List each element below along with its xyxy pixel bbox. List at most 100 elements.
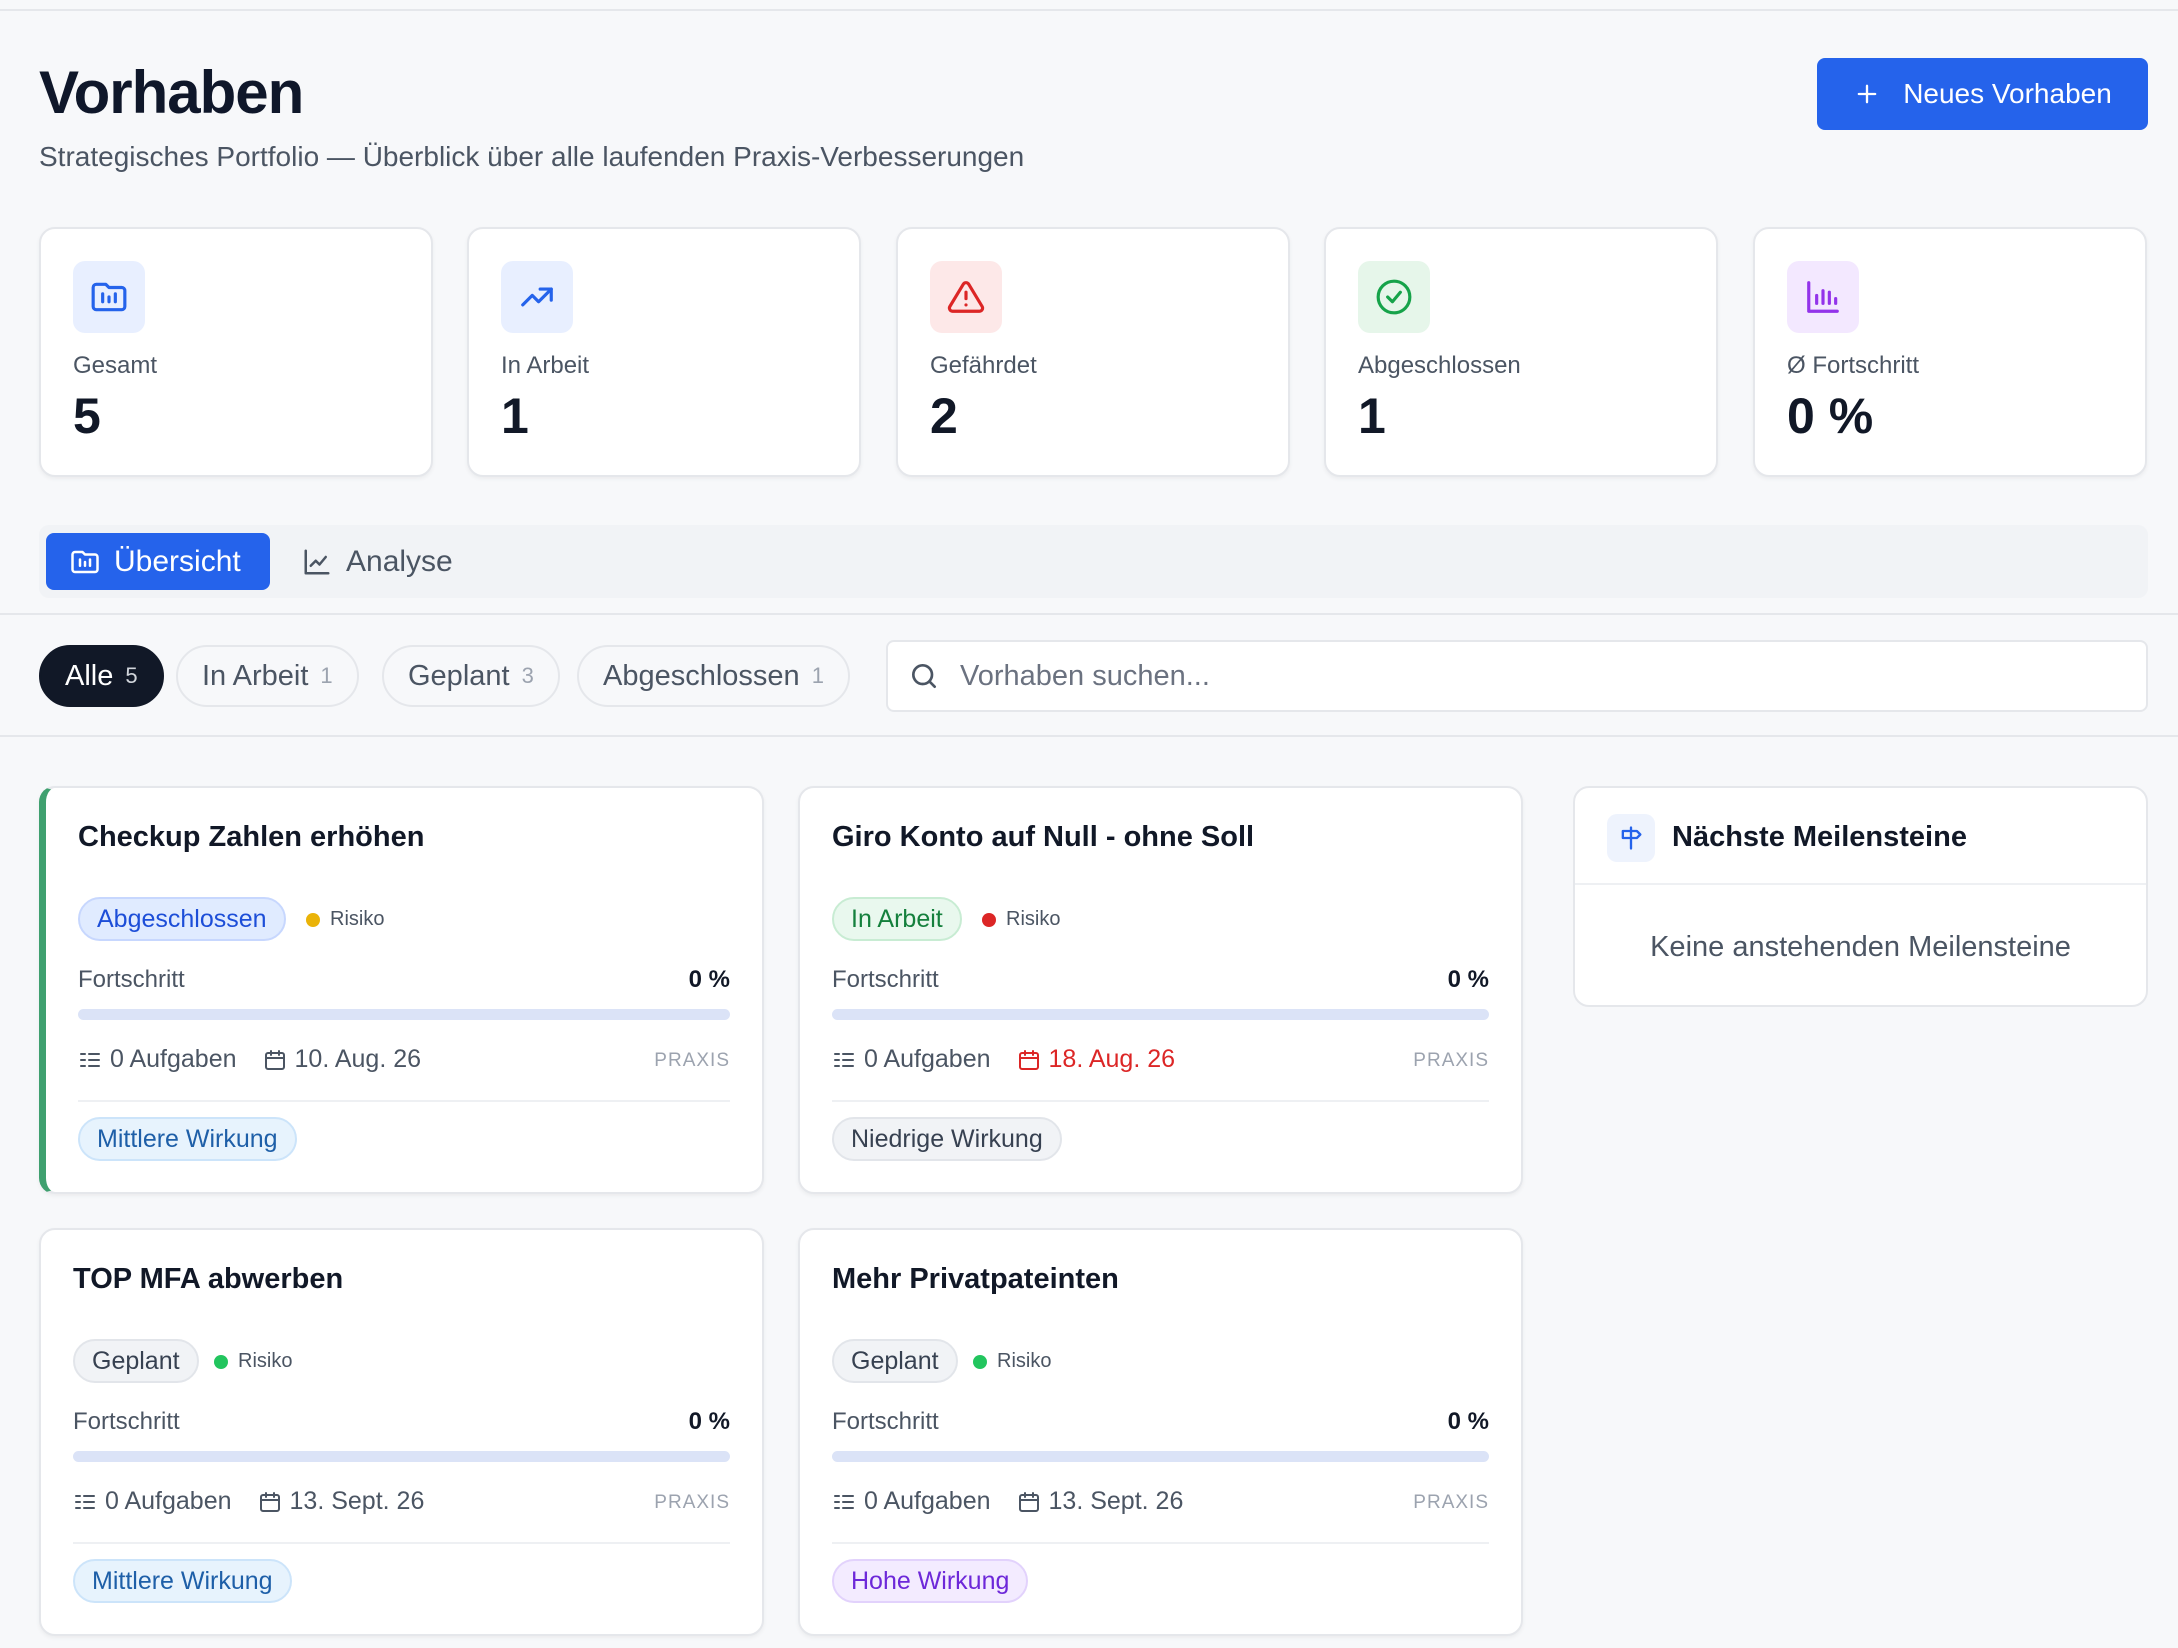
progress-value: 0 % <box>688 966 730 993</box>
progress-value: 0 % <box>1447 966 1489 993</box>
filter-count: 1 <box>320 663 333 688</box>
calendar-icon <box>1018 1049 1039 1070</box>
check-circle-icon <box>1358 261 1430 333</box>
calendar-icon <box>264 1049 285 1070</box>
milestones-panel: Nächste Meilensteine Keine anstehenden M… <box>1573 786 2148 1007</box>
stat-card-done: Abgeschlossen 1 <box>1324 227 1718 477</box>
progress-value: 0 % <box>1447 1408 1489 1435</box>
line-chart-icon <box>304 549 330 574</box>
filter-label: In Arbeit <box>202 659 309 692</box>
risk-label: Risiko <box>330 908 385 930</box>
task-list-icon <box>75 1494 95 1509</box>
card-divider <box>78 1100 730 1102</box>
page-title: Vorhaben <box>39 59 304 126</box>
task-list-icon <box>834 1494 854 1509</box>
filter-count: 5 <box>125 663 138 688</box>
milestones-header: Nächste Meilensteine <box>1575 788 2146 885</box>
due-date: 13. Sept. 26 <box>258 1487 425 1516</box>
progress-value: 0 % <box>688 1408 730 1435</box>
folder-chart-icon <box>73 261 145 333</box>
progress-bar <box>73 1451 730 1462</box>
risk-dot <box>982 912 996 927</box>
stat-card-at-risk: Gefährdet 2 <box>896 227 1290 477</box>
stat-value: 1 <box>1358 388 1386 444</box>
impact-badge: Hohe Wirkung <box>832 1559 1029 1603</box>
due-date: 13. Sept. 26 <box>1017 1487 1184 1516</box>
status-badge: Abgeschlossen <box>78 897 286 941</box>
impact-badge: Mittlere Wirkung <box>78 1117 297 1161</box>
progress-bar <box>832 1451 1489 1462</box>
due-date-text: 10. Aug. 26 <box>294 1045 422 1073</box>
project-title: Giro Konto auf Null - ohne Soll <box>832 821 1255 853</box>
tab-overview[interactable]: Übersicht <box>46 533 270 590</box>
progress-bar <box>78 1009 730 1020</box>
stat-card-avg-progress: Ø Fortschritt 0 % <box>1753 227 2147 477</box>
project-card[interactable]: Mehr Privatpateinten Geplant Risiko Fort… <box>798 1228 1523 1636</box>
search-input[interactable] <box>960 659 2060 693</box>
task-list-icon <box>80 1052 100 1067</box>
impact-badge: Mittlere Wirkung <box>73 1559 292 1603</box>
filter-count: 3 <box>521 663 534 688</box>
status-badge: Geplant <box>73 1339 199 1383</box>
due-date: 10. Aug. 26 <box>263 1045 422 1074</box>
card-divider <box>73 1542 730 1544</box>
stat-label: Ø Fortschritt <box>1787 352 1920 379</box>
risk-indicator: Risiko <box>982 908 1060 931</box>
folder-chart-icon <box>71 550 99 573</box>
risk-label: Risiko <box>997 1350 1052 1372</box>
risk-dot <box>214 1354 228 1369</box>
filter-planned[interactable]: Geplant 3 <box>382 645 560 707</box>
risk-indicator: Risiko <box>306 908 384 931</box>
milestones-title: Nächste Meilensteine <box>1672 821 1967 853</box>
stat-label: Gefährdet <box>930 352 1037 379</box>
progress-label: Fortschritt <box>73 1408 180 1435</box>
task-count: 0 Aufgaben <box>105 1487 232 1515</box>
risk-label: Risiko <box>1006 908 1061 930</box>
filter-in-progress[interactable]: In Arbeit 1 <box>176 645 359 707</box>
section-divider <box>0 613 2178 615</box>
stat-value: 1 <box>501 388 529 444</box>
signpost-icon <box>1607 814 1655 862</box>
due-date-text: 13. Sept. 26 <box>1048 1487 1184 1515</box>
card-meta: 0 Aufgaben 13. Sept. 26 <box>832 1487 1183 1516</box>
progress-label: Fortschritt <box>832 966 939 993</box>
risk-dot <box>973 1354 987 1369</box>
project-card[interactable]: Giro Konto auf Null - ohne Soll In Arbei… <box>798 786 1523 1194</box>
card-meta: 0 Aufgaben 10. Aug. 26 <box>78 1045 421 1074</box>
new-project-button[interactable]: Neues Vorhaben <box>1817 58 2148 130</box>
stat-card-total: Gesamt 5 <box>39 227 433 477</box>
task-list-icon <box>834 1052 854 1067</box>
top-divider <box>0 9 2178 11</box>
scope-label: PRAXIS <box>654 1492 730 1513</box>
stat-value: 5 <box>73 388 101 444</box>
tab-analysis[interactable]: Analyse <box>302 533 502 590</box>
project-title: Checkup Zahlen erhöhen <box>78 821 425 853</box>
due-date-text: 13. Sept. 26 <box>289 1487 425 1515</box>
card-divider <box>832 1100 1489 1102</box>
stat-value: 2 <box>930 388 958 444</box>
section-divider <box>0 735 2178 737</box>
progress-label: Fortschritt <box>78 966 185 993</box>
view-tabs: Übersicht Analyse <box>39 525 2148 598</box>
tab-label: Analyse <box>346 544 453 578</box>
alert-triangle-icon <box>930 261 1002 333</box>
due-date: 18. Aug. 26 <box>1017 1045 1175 1074</box>
tab-label: Übersicht <box>114 544 241 578</box>
card-meta: 0 Aufgaben 18. Aug. 26 <box>832 1045 1175 1074</box>
filter-done[interactable]: Abgeschlossen 1 <box>577 645 850 707</box>
card-divider <box>832 1542 1489 1544</box>
stat-value: 0 % <box>1787 388 1874 444</box>
progress-bar <box>832 1009 1489 1020</box>
bar-chart-icon <box>1787 261 1859 333</box>
task-count: 0 Aufgaben <box>864 1045 991 1073</box>
project-card[interactable]: Checkup Zahlen erhöhen Abgeschlossen Ris… <box>39 786 764 1194</box>
filter-all[interactable]: Alle 5 <box>39 645 164 707</box>
risk-label: Risiko <box>238 1350 293 1372</box>
project-title: Mehr Privatpateinten <box>832 1263 1119 1295</box>
project-card[interactable]: TOP MFA abwerben Geplant Risiko Fortschr… <box>39 1228 764 1636</box>
search-icon <box>912 664 936 688</box>
card-meta: 0 Aufgaben 13. Sept. 26 <box>73 1487 424 1516</box>
stat-label: Gesamt <box>73 352 158 379</box>
task-count: 0 Aufgaben <box>110 1045 237 1073</box>
scope-label: PRAXIS <box>654 1050 730 1071</box>
